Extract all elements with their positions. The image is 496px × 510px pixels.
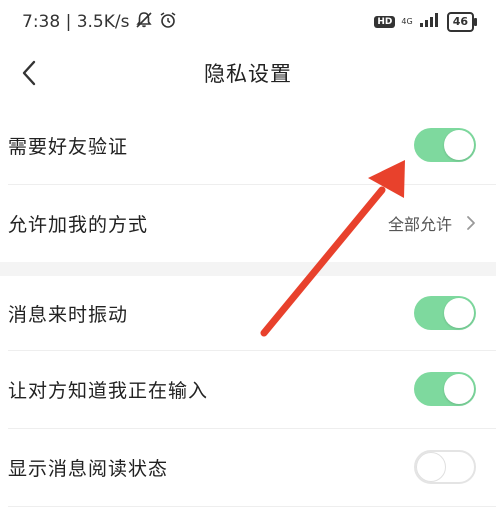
setting-label: 让对方知道我正在输入: [8, 379, 209, 402]
toggle-knob: [444, 130, 474, 160]
typing-indicator-toggle[interactable]: [414, 372, 476, 406]
friend-verification-toggle[interactable]: [414, 128, 476, 162]
network-type: 4G: [401, 17, 413, 26]
toggle-knob: [416, 452, 446, 482]
hd-badge: HD: [374, 16, 396, 28]
battery-indicator: 46: [446, 12, 478, 32]
setting-value: 全部允许: [387, 215, 452, 234]
status-time-speed: 7:38 | 3.5K/s: [22, 12, 130, 32]
alarm-icon: [159, 11, 177, 34]
page-title: 隐私设置: [204, 62, 292, 86]
signal-icon: [419, 12, 441, 33]
setting-row-read-status[interactable]: 显示消息阅读状态: [0, 428, 496, 506]
back-button[interactable]: [12, 56, 46, 90]
setting-row-typing-indicator[interactable]: 让对方知道我正在输入: [0, 350, 496, 428]
setting-label: 允许加我的方式: [8, 213, 149, 236]
divider: [8, 506, 496, 507]
vibrate-toggle[interactable]: [414, 296, 476, 330]
setting-row-friend-verification[interactable]: 需要好友验证: [0, 106, 496, 184]
mute-icon: [135, 11, 153, 34]
chevron-left-icon: [22, 60, 36, 86]
toggle-knob: [444, 298, 474, 328]
status-left: 7:38 | 3.5K/s: [22, 11, 177, 34]
setting-label: 消息来时振动: [8, 303, 129, 326]
setting-label: 需要好友验证: [8, 135, 129, 158]
setting-row-vibrate[interactable]: 消息来时振动: [0, 274, 496, 352]
nav-bar: 隐私设置: [0, 44, 496, 102]
status-right: HD 4G 46: [374, 12, 478, 33]
setting-label: 显示消息阅读状态: [8, 457, 169, 480]
setting-row-add-me-methods[interactable]: 允许加我的方式 全部允许: [0, 184, 496, 262]
status-bar: 7:38 | 3.5K/s HD 4G 46: [0, 0, 496, 44]
chevron-right-icon: [467, 216, 475, 230]
toggle-knob: [444, 374, 474, 404]
read-status-toggle[interactable]: [414, 450, 476, 484]
